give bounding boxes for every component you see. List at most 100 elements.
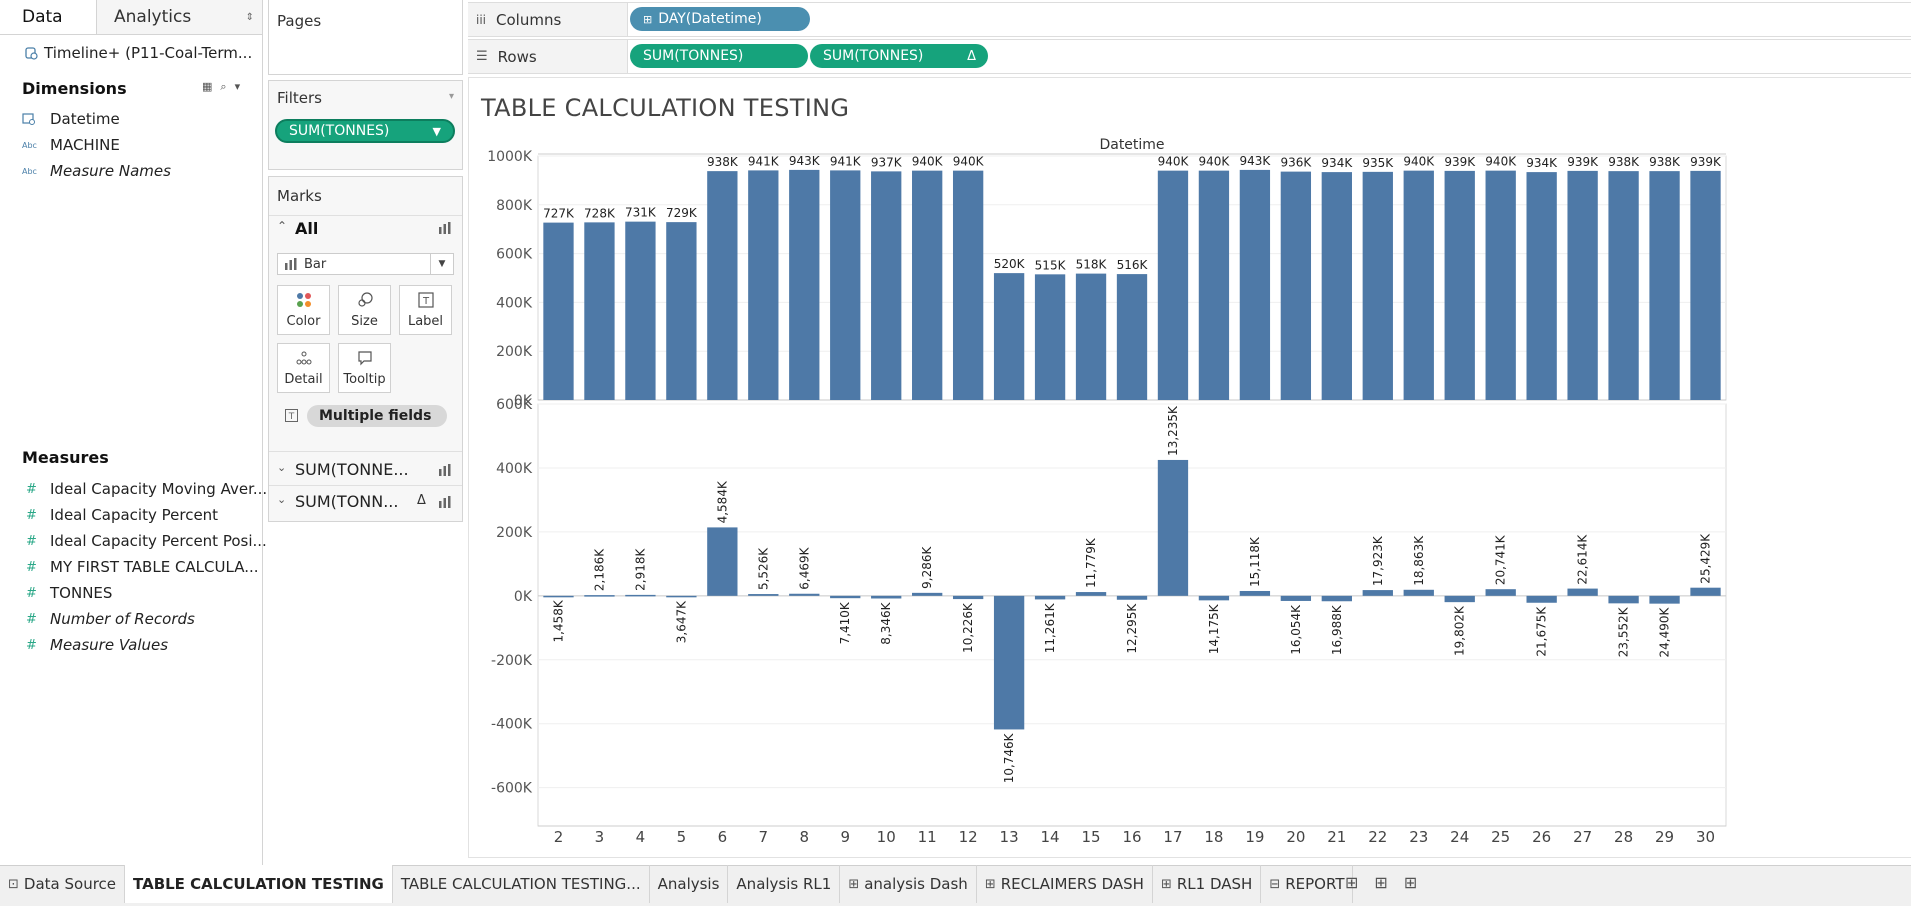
rows-icon: ☰ xyxy=(476,49,488,64)
data-label: 520K xyxy=(994,257,1026,271)
data-label: 728K xyxy=(584,206,616,220)
worksheet-title: TABLE CALCULATION TESTING xyxy=(481,94,850,122)
rows-pill-2[interactable]: SUM(TONNES) Δ xyxy=(810,44,988,68)
sheet-tab[interactable]: ⊟ REPORT xyxy=(1261,865,1354,903)
measure-item[interactable]: # MY FIRST TABLE CALCULA... xyxy=(26,554,267,580)
bar xyxy=(1198,595,1230,601)
data-label: 940K xyxy=(1199,155,1231,169)
data-label: 20,741K xyxy=(1494,534,1508,585)
chart-area[interactable]: Datetime 0K 200K 400K 600K 800K 1000K 727K 728K 7… xyxy=(468,130,1768,855)
expand-icon[interactable]: ⌄ xyxy=(277,461,286,474)
x-tick-label: 6 xyxy=(718,828,728,846)
sheet-tab-label: TABLE CALCULATION TESTING... xyxy=(400,875,641,893)
marks-all-label[interactable]: All xyxy=(295,219,318,238)
data-label: 12,295K xyxy=(1125,603,1139,654)
data-label: 731K xyxy=(625,206,657,220)
columns-shelf[interactable]: iii Columns ⊞ DAY(Datetime) xyxy=(468,2,1911,37)
sheet-tab[interactable]: ⊞ RL1 DASH xyxy=(1153,865,1262,903)
dimension-item[interactable]: Abc MACHINE xyxy=(22,132,171,158)
new-dashboard-icon[interactable]: ⊞ xyxy=(1374,873,1387,892)
sheet-tab[interactable]: Analysis RL1 xyxy=(728,865,841,903)
divider xyxy=(269,451,462,452)
chevron-down-icon[interactable]: ▼ xyxy=(430,254,453,274)
data-label: 7,410K xyxy=(838,601,852,644)
collapse-icon[interactable]: ⌃ xyxy=(277,219,287,233)
dimension-item[interactable]: Datetime xyxy=(22,106,171,132)
expand-plus-icon[interactable]: ⊞ xyxy=(643,13,652,26)
bar xyxy=(1444,170,1475,400)
y-tick-label: 200K xyxy=(496,525,533,541)
chevron-down-icon[interactable]: ▾ xyxy=(235,80,241,94)
search-icon[interactable]: ⌕ xyxy=(220,80,226,94)
measure-item[interactable]: # Measure Values xyxy=(26,632,267,658)
label-button-label: Label xyxy=(407,314,444,329)
tooltip-button[interactable]: Tooltip xyxy=(338,343,391,393)
measure-label: Number of Records xyxy=(50,610,195,628)
label-button[interactable]: T Label xyxy=(399,285,452,335)
measure-number-icon: # xyxy=(26,533,37,549)
marks-sub-card-1[interactable]: SUM(TONNE... xyxy=(295,460,409,479)
columns-pill[interactable]: ⊞ DAY(Datetime) xyxy=(630,7,810,31)
bar xyxy=(1280,171,1312,400)
detail-dots-icon xyxy=(296,351,311,365)
sheet-tab[interactable]: Analysis xyxy=(650,865,729,903)
dropdown-arrow-icon[interactable]: ▼ xyxy=(433,125,441,138)
sheet-tab[interactable]: TABLE CALCULATION TESTING... xyxy=(393,865,650,903)
x-tick-label: 16 xyxy=(1122,828,1141,846)
data-label: 939K xyxy=(1444,155,1476,169)
size-button[interactable]: Size xyxy=(338,285,391,335)
tab-analytics[interactable]: Analytics ⇕ xyxy=(96,0,262,34)
pages-card[interactable]: Pages xyxy=(268,0,463,75)
data-label: 14,175K xyxy=(1207,603,1221,654)
filters-card[interactable]: Filters ▾ SUM(TONNES) ▼ xyxy=(268,80,463,170)
bar xyxy=(666,595,697,598)
bar xyxy=(584,222,615,400)
sheet-tab[interactable]: TABLE CALCULATION TESTING xyxy=(125,865,393,903)
multiple-fields-pill[interactable]: Multiple fields xyxy=(307,405,447,427)
rows-pill-1[interactable]: SUM(TONNES) xyxy=(630,44,808,68)
new-story-icon[interactable]: ⊞ xyxy=(1404,873,1417,892)
data-label: 11,261K xyxy=(1043,602,1057,653)
measure-item[interactable]: # TONNES xyxy=(26,580,267,606)
sort-arrows-icon: ⇕ xyxy=(245,11,254,23)
measure-item[interactable]: # Ideal Capacity Percent Posi... xyxy=(26,528,267,554)
bar xyxy=(666,222,697,400)
sheet-tab[interactable]: ⊡ Data Source xyxy=(0,865,126,903)
detail-button[interactable]: Detail xyxy=(277,343,330,393)
data-label: 22,614K xyxy=(1576,534,1590,585)
measure-item[interactable]: # Ideal Capacity Moving Aver... xyxy=(26,476,267,502)
grid-view-icon[interactable]: ▦ xyxy=(202,80,212,94)
bar xyxy=(993,273,1025,400)
expand-icon[interactable]: ⌄ xyxy=(277,493,286,506)
mark-type-dropdown[interactable]: Bar ▼ xyxy=(277,253,454,275)
y-tick-label: 200K xyxy=(496,344,533,360)
measure-item[interactable]: # Ideal Capacity Percent xyxy=(26,502,267,528)
datasource-item[interactable]: Timeline+ (P11-Coal-Term... xyxy=(24,44,252,62)
sheet-tab[interactable]: ⊞ RECLAIMERS DASH xyxy=(977,865,1153,903)
filter-pill[interactable]: SUM(TONNES) ▼ xyxy=(275,119,455,143)
pages-title: Pages xyxy=(277,12,322,30)
marks-card: Marks ⌃ All Bar ▼ Color Size T Label Det… xyxy=(268,176,463,522)
data-label: 940K xyxy=(912,155,944,169)
bar xyxy=(1567,588,1598,596)
measure-number-icon: # xyxy=(26,507,37,523)
data-label: 11,779K xyxy=(1084,537,1098,588)
dimension-item[interactable]: Abc Measure Names xyxy=(22,158,171,184)
marks-sub-card-2[interactable]: SUM(TONN... xyxy=(295,492,398,511)
data-label: 940K xyxy=(1485,155,1517,169)
measure-item[interactable]: # Number of Records xyxy=(26,606,267,632)
bar xyxy=(1649,171,1680,400)
rows-shelf[interactable]: ☰ Rows SUM(TONNES) SUM(TONNES) Δ xyxy=(468,39,1911,74)
data-label: 10,746K xyxy=(1002,732,1016,783)
bar xyxy=(1280,595,1312,601)
delta-icon: Δ xyxy=(417,493,426,508)
sheet-tab[interactable]: ⊞ analysis Dash xyxy=(840,865,977,903)
color-button[interactable]: Color xyxy=(277,285,330,335)
columns-shelf-header: iii Columns xyxy=(468,3,628,36)
new-worksheet-icon[interactable]: ⊞ xyxy=(1345,873,1358,892)
bar xyxy=(1116,595,1148,600)
chevron-down-icon[interactable]: ▾ xyxy=(449,91,454,102)
tab-data[interactable]: Data xyxy=(0,0,96,34)
data-label: 937K xyxy=(871,155,903,169)
data-label: 2,186K xyxy=(592,548,606,591)
